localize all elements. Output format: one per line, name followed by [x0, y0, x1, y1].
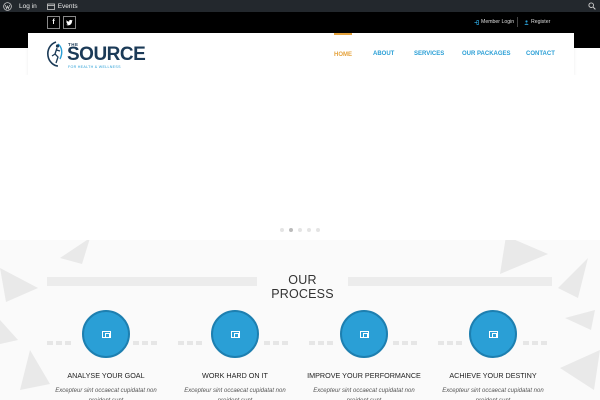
sign-in-icon	[474, 19, 479, 25]
logo-tagline: FOR HEALTH & WELLNESS	[68, 65, 121, 69]
admin-events-link[interactable]: Events	[42, 0, 83, 12]
hero-slider	[0, 75, 600, 245]
step-3-title: IMPROVE YOUR PERFORMANCE	[307, 371, 421, 380]
decorative-shape	[565, 310, 595, 330]
connector-dashes	[393, 332, 420, 345]
step-3-circle	[340, 310, 388, 358]
calendar-icon	[46, 3, 55, 10]
connector-dashes	[178, 332, 205, 345]
process-section: OUR PROCESS ANALYSE YOUR GOAL Excepteur …	[0, 240, 600, 400]
decorative-shape	[60, 240, 90, 264]
member-login-label: Member Login	[481, 19, 515, 25]
slider-dot-5[interactable]	[316, 228, 320, 232]
admin-events-label: Events	[57, 2, 78, 10]
decorative-shape	[560, 350, 600, 390]
step-2-circle	[211, 310, 259, 358]
runner-logo-icon	[47, 41, 63, 67]
search-icon[interactable]	[588, 2, 596, 10]
step-1-title: ANALYSE YOUR GOAL	[67, 371, 145, 380]
site-logo[interactable]: THE SOURCE FOR HEALTH & WELLNESS	[46, 39, 146, 69]
step-1-text: Excepteur sint occaecat cupidatat non pr…	[55, 388, 157, 400]
process-heading: OUR PROCESS	[271, 273, 334, 301]
slider-dot-1[interactable]	[280, 228, 284, 232]
register-link[interactable]: Register	[524, 19, 550, 25]
step-2-text: Excepteur sint occaecat cupidatat non pr…	[184, 388, 286, 400]
nav-home[interactable]: HOME	[334, 33, 352, 75]
admin-login-label: Log in	[19, 2, 37, 10]
nav-our-packages[interactable]: OUR PACKAGES	[462, 33, 511, 75]
admin-login-link[interactable]: Log in	[14, 0, 42, 12]
slider-dot-3[interactable]	[298, 228, 302, 232]
twitter-icon	[66, 19, 73, 26]
connector-dashes	[133, 332, 160, 345]
wordpress-icon[interactable]	[0, 0, 14, 12]
site-header: THE SOURCE FOR HEALTH & WELLNESS HOME AB…	[28, 33, 574, 75]
step-4-title: ACHIEVE YOUR DESTINY	[449, 371, 537, 380]
connector-dashes	[264, 332, 291, 345]
connector-dashes	[47, 332, 74, 345]
nav-services[interactable]: SERVICES	[414, 33, 444, 75]
user-icon	[524, 19, 529, 25]
heading-line-right	[348, 277, 552, 286]
top-links-divider	[517, 17, 518, 27]
connector-dashes	[309, 332, 336, 345]
nav-contact[interactable]: CONTACT	[526, 33, 555, 75]
admin-bar: Log in Events	[0, 0, 600, 12]
image-icon	[359, 330, 369, 338]
facebook-icon: f	[52, 19, 55, 26]
member-login-link[interactable]: Member Login	[474, 19, 514, 25]
slider-dot-4[interactable]	[307, 228, 311, 232]
connector-dashes	[438, 332, 465, 345]
slider-dot-2[interactable]	[289, 228, 293, 232]
image-icon	[488, 330, 498, 338]
register-label: Register	[531, 19, 551, 25]
connector-dashes	[523, 332, 550, 345]
image-icon	[101, 330, 111, 338]
nav-about[interactable]: ABOUT	[373, 33, 394, 75]
twitter-button[interactable]	[63, 16, 76, 29]
image-icon	[230, 330, 240, 338]
decorative-shape	[558, 258, 588, 298]
decorative-shape	[500, 240, 548, 274]
logo-source-text: SOURCE	[67, 44, 146, 65]
step-4-circle	[469, 310, 517, 358]
step-3-text: Excepteur sint occaecat cupidatat non pr…	[313, 388, 415, 400]
step-1-circle	[82, 310, 130, 358]
decorative-shape	[20, 350, 50, 390]
decorative-shape	[0, 320, 18, 344]
step-2-title: WORK HARD ON IT	[202, 371, 268, 380]
decorative-shape	[0, 268, 38, 302]
step-4-text: Excepteur sint occaecat cupidatat non pr…	[442, 388, 544, 400]
facebook-button[interactable]: f	[47, 16, 60, 29]
heading-line-left	[47, 277, 257, 286]
